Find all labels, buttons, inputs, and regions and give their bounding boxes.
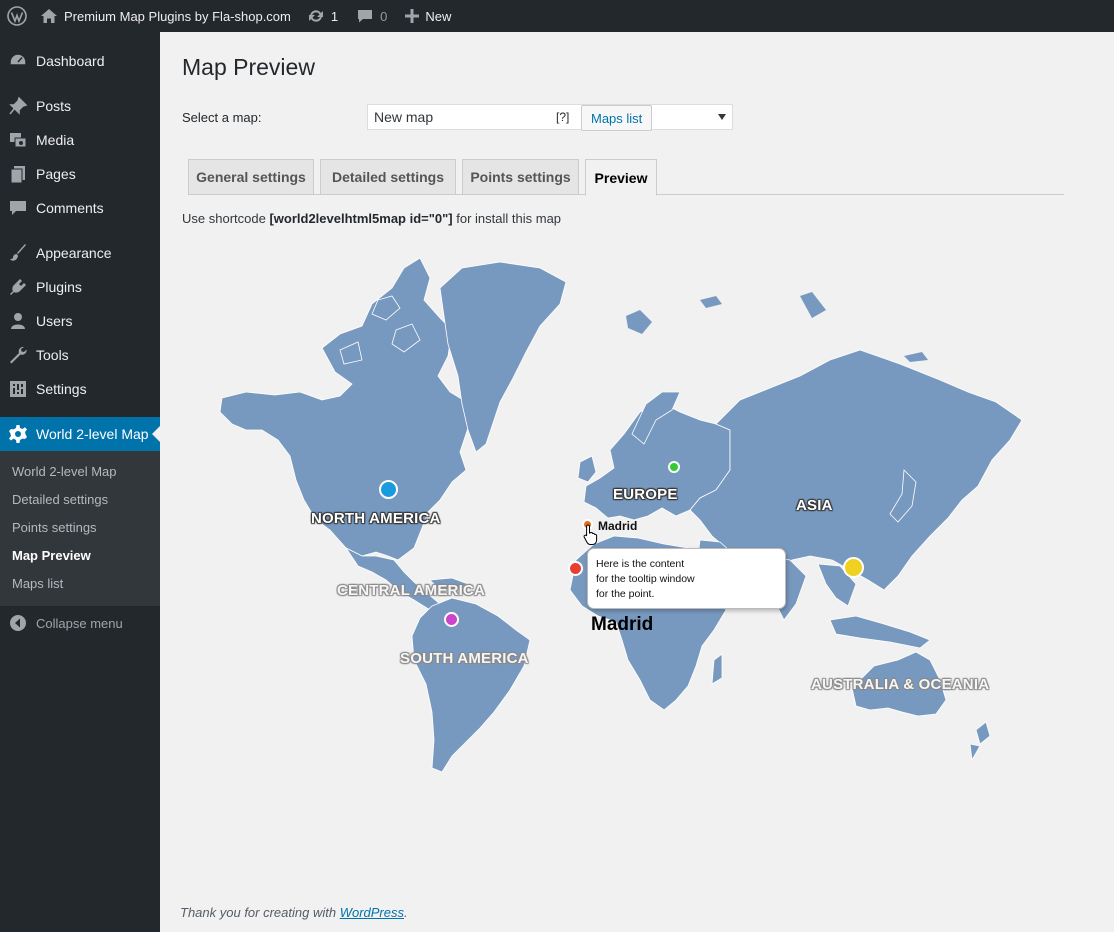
footer-prefix: Thank you for creating with [180,905,337,920]
new-zealand-shape[interactable] [969,721,991,762]
hand-cursor-icon [583,524,598,545]
region-label-south-america[interactable]: SOUTH AMERICA [400,650,529,667]
footer-text: Thank you for creating with WordPress. [180,905,408,920]
point-tooltip: Here is the content for the tooltip wind… [587,548,786,609]
arctic-archipelago-shape[interactable] [626,292,928,362]
region-label-north-america[interactable]: NORTH AMERICA [311,510,441,527]
madagascar-shape[interactable] [711,653,723,685]
indonesia-shape[interactable] [829,615,931,649]
highlight-label-madrid: Madrid [591,614,654,635]
map-point-magenta[interactable] [444,612,459,627]
region-label-europe[interactable]: EUROPE [613,486,678,503]
tooltip-line: Here is the content [596,558,685,570]
british-isles-shape[interactable] [577,455,597,483]
point-label-madrid: Madrid [598,519,638,533]
region-label-asia[interactable]: ASIA [796,497,833,514]
region-label-central-america[interactable]: CENTRAL AMERICA [337,582,485,599]
tooltip-line: for the point. [596,588,655,600]
footer-suffix: . [404,905,408,920]
world-map[interactable] [0,0,1114,932]
map-point-blue[interactable] [379,480,398,499]
map-point-yellow[interactable] [843,557,864,578]
map-point-red[interactable] [568,561,583,576]
map-point-green[interactable] [668,461,680,473]
wordpress-link[interactable]: WordPress [340,905,404,920]
region-label-australia-oceania[interactable]: AUSTRALIA & OCEANIA [811,676,989,693]
tooltip-line: for the tooltip window [596,573,695,585]
south-america-shape[interactable] [411,597,531,773]
